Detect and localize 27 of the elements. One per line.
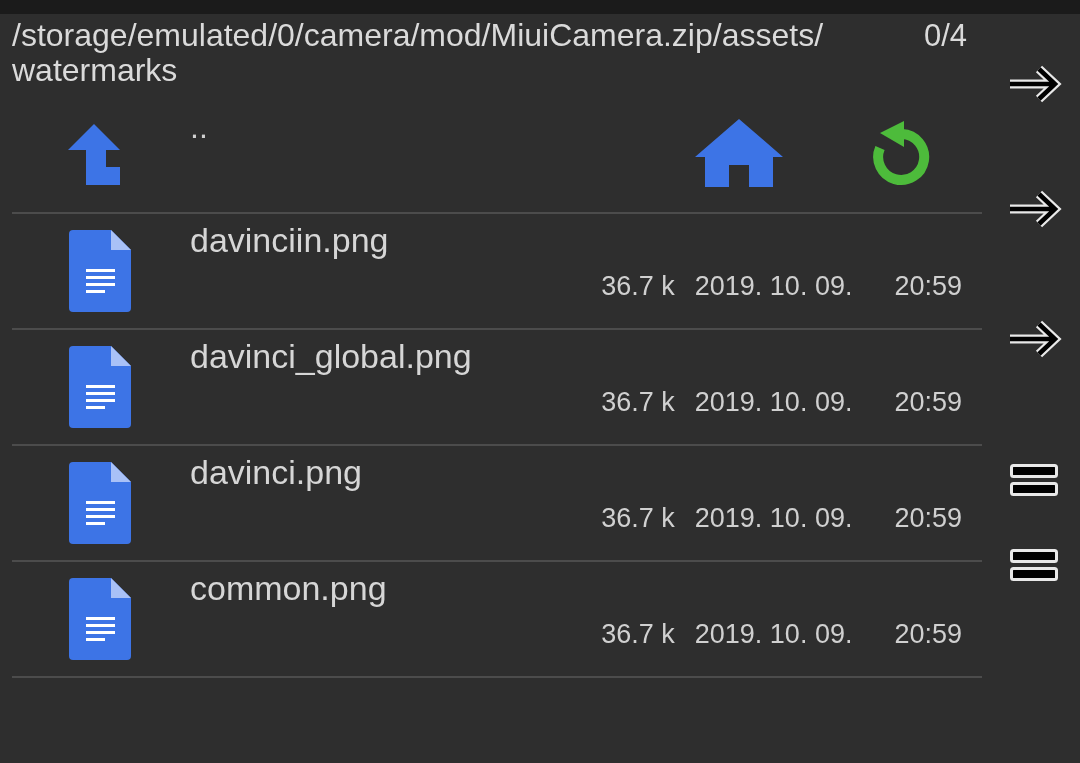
- file-date: 2019. 10. 09.: [694, 618, 853, 650]
- parent-entry[interactable]: ..: [190, 110, 208, 144]
- file-time: 20:59: [894, 618, 962, 650]
- file-date: 2019. 10. 09.: [694, 270, 853, 302]
- menu-icon[interactable]: [1010, 464, 1058, 496]
- document-icon: [69, 578, 131, 660]
- file-date: 2019. 10. 09.: [694, 502, 853, 534]
- document-icon: [69, 346, 131, 428]
- menu-icon[interactable]: [1010, 549, 1058, 581]
- file-name[interactable]: davinci.png: [190, 452, 362, 492]
- document-icon: [69, 230, 131, 312]
- file-name[interactable]: davinci_global.png: [190, 336, 472, 376]
- file-size: 36.7 k: [601, 270, 675, 302]
- folder-path: /storage/emulated/0/camera/mod/MiuiCamera.zip/assets/watermarks: [12, 18, 824, 88]
- file-size: 36.7 k: [601, 386, 675, 418]
- document-icon: [69, 462, 131, 544]
- selection-count: 0/4: [924, 18, 968, 53]
- file-size: 36.7 k: [601, 502, 675, 534]
- file-name[interactable]: davinciin.png: [190, 220, 389, 260]
- home-icon[interactable]: [695, 119, 783, 187]
- file-time: 20:59: [894, 386, 962, 418]
- file-date: 2019. 10. 09.: [694, 386, 853, 418]
- file-size: 36.7 k: [601, 618, 675, 650]
- up-folder-icon[interactable]: [68, 123, 120, 185]
- file-name[interactable]: common.png: [190, 568, 387, 608]
- file-time: 20:59: [894, 270, 962, 302]
- file-time: 20:59: [894, 502, 962, 534]
